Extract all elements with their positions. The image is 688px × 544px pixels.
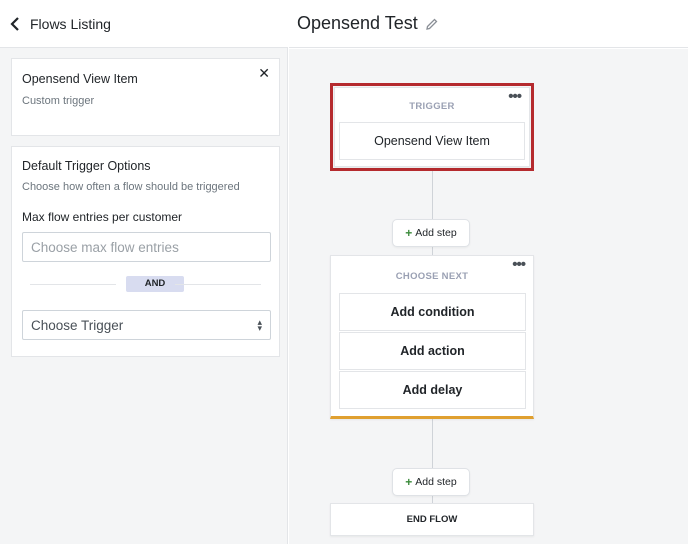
options-title: Default Trigger Options	[22, 159, 151, 173]
and-divider: AND	[22, 276, 269, 292]
add-action-button[interactable]: Add action	[339, 332, 526, 370]
plus-icon: +	[405, 226, 413, 240]
pencil-icon[interactable]	[425, 18, 438, 30]
choose-next-node: CHOOSE NEXT ••• Add condition Add action…	[330, 255, 534, 419]
add-step-label: Add step	[415, 227, 457, 239]
flow-header: Opensend Test	[289, 0, 688, 48]
close-icon[interactable]: ✕	[258, 65, 270, 82]
end-flow-node[interactable]: END FLOW	[330, 503, 534, 536]
more-dots-icon[interactable]: •••	[508, 89, 522, 104]
trigger-card-subtitle: Custom trigger	[22, 95, 95, 107]
divider-line-right	[175, 284, 261, 285]
add-delay-button[interactable]: Add delay	[339, 371, 526, 409]
connector-line	[432, 171, 433, 219]
choose-trigger-select[interactable]: Choose Trigger ▴ ▾	[22, 310, 271, 340]
trigger-node-item[interactable]: Opensend View Item	[339, 122, 525, 160]
flows-listing-link[interactable]: Flows Listing	[30, 16, 111, 32]
flows-listing-header[interactable]: Flows Listing	[0, 0, 288, 48]
choose-trigger-value: Choose Trigger	[31, 317, 124, 333]
connector-line	[432, 247, 433, 255]
options-subtitle: Choose how often a flow should be trigge…	[22, 181, 240, 193]
trigger-node-label: TRIGGER	[409, 101, 455, 112]
trigger-node[interactable]: TRIGGER ••• Opensend View Item	[334, 87, 530, 167]
chevron-left-icon[interactable]	[10, 16, 24, 32]
trigger-card-title: Opensend View Item	[22, 72, 138, 86]
divider-line-left	[30, 284, 116, 285]
select-caret-icon: ▴ ▾	[257, 317, 262, 333]
connector-line	[432, 419, 433, 468]
choose-next-label: CHOOSE NEXT	[395, 271, 469, 282]
add-step-button[interactable]: + Add step	[392, 468, 470, 496]
max-entries-input[interactable]	[22, 232, 271, 262]
add-step-label: Add step	[415, 476, 457, 488]
more-dots-icon[interactable]: •••	[512, 257, 526, 272]
trigger-summary-card: Opensend View Item Custom trigger ✕	[11, 58, 280, 136]
connector-line	[432, 496, 433, 503]
left-panel: Flows Listing Opensend View Item Custom …	[0, 0, 288, 544]
max-entries-label: Max flow entries per customer	[22, 210, 183, 224]
add-step-button[interactable]: + Add step	[392, 219, 470, 247]
flow-title: Opensend Test	[297, 13, 418, 33]
plus-icon: +	[405, 475, 413, 489]
trigger-options-card: Default Trigger Options Choose how often…	[11, 146, 280, 357]
add-condition-button[interactable]: Add condition	[339, 293, 526, 331]
